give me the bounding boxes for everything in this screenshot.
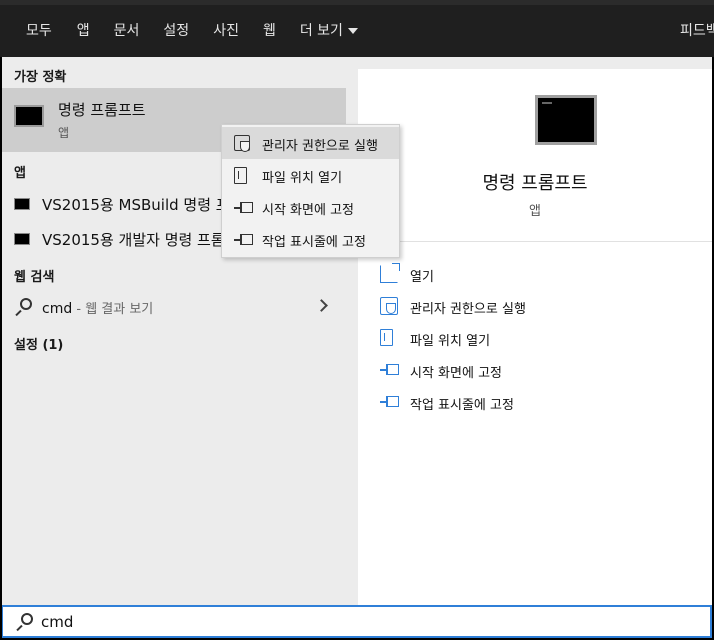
pin-icon (234, 199, 253, 215)
search-input[interactable] (41, 611, 681, 633)
command-prompt-icon (14, 105, 44, 127)
feedback-button[interactable]: 피드백 (680, 10, 714, 62)
settings-heading[interactable]: 설정 (1) (14, 334, 63, 353)
web-search-heading: 웹 검색 (14, 270, 55, 285)
tab-more-label: 더 보기 (299, 23, 343, 39)
pin-icon (380, 393, 399, 411)
best-match-heading: 가장 정확 (14, 70, 67, 85)
search-box[interactable] (2, 605, 712, 638)
file-icon (234, 167, 247, 184)
menu-item-label: 파일 위치 열기 (262, 171, 343, 186)
action-label: 시작 화면에 고정 (410, 366, 502, 381)
menu-item-pin-to-start[interactable]: 시작 화면에 고정 (222, 191, 399, 223)
pin-icon (234, 231, 253, 247)
tab-photos[interactable]: 사진 (201, 10, 251, 62)
web-query: cmd (42, 301, 73, 317)
open-icon (380, 263, 400, 283)
action-label: 파일 위치 열기 (410, 334, 491, 349)
shield-icon (234, 135, 250, 152)
best-match-title: 명령 프롬프트 (58, 101, 146, 119)
menu-item-pin-to-taskbar[interactable]: 작업 표시줄에 고정 (222, 223, 399, 255)
command-prompt-icon (14, 233, 30, 245)
chevron-right-icon[interactable] (315, 299, 328, 312)
tab-documents[interactable]: 문서 (102, 10, 152, 62)
detail-card: 명령 프롬프트 앱 열기 관리자 권한으로 실행 파일 위치 열기 시작 화면에… (358, 69, 712, 605)
menu-item-label: 시작 화면에 고정 (262, 203, 354, 218)
pin-icon (380, 361, 399, 379)
filter-tabs: 모두 앱 문서 설정 사진 웹 더 보기 (0, 10, 370, 62)
top-nav-bar: 모두 앱 문서 설정 사진 웹 더 보기 피드백 (0, 0, 714, 60)
web-hint: - 웹 결과 보기 (72, 302, 154, 317)
tab-more[interactable]: 더 보기 (288, 10, 370, 62)
menu-item-open-file-location[interactable]: 파일 위치 열기 (222, 159, 399, 191)
menu-item-run-as-admin[interactable]: 관리자 권한으로 실행 (222, 127, 399, 159)
menu-item-label: 작업 표시줄에 고정 (262, 235, 366, 250)
menu-item-label: 관리자 권한으로 실행 (262, 139, 378, 154)
apps-heading: 앱 (14, 166, 26, 181)
action-label: 작업 표시줄에 고정 (410, 398, 514, 413)
tab-web[interactable]: 웹 (251, 10, 288, 62)
divider (358, 241, 712, 242)
detail-subtitle: 앱 (529, 204, 541, 219)
tab-apps[interactable]: 앱 (65, 10, 102, 62)
action-label: 열기 (410, 270, 434, 285)
web-search-text: cmd - 웹 결과 보기 (42, 298, 153, 317)
command-prompt-icon (14, 198, 30, 210)
search-icon (14, 298, 32, 317)
action-label: 관리자 권한으로 실행 (410, 302, 526, 317)
web-search-item[interactable]: cmd - 웹 결과 보기 (2, 291, 346, 323)
tab-settings[interactable]: 설정 (151, 10, 201, 62)
tab-all[interactable]: 모두 (0, 10, 65, 62)
detail-title: 명령 프롬프트 (482, 173, 588, 194)
best-match-subtitle: 앱 (58, 126, 70, 140)
shield-icon (380, 297, 398, 315)
context-menu: 관리자 권한으로 실행 파일 위치 열기 시작 화면에 고정 작업 표시줄에 고… (221, 124, 400, 258)
caret-down-icon (347, 28, 358, 34)
detail-panel: 명령 프롬프트 앱 열기 관리자 권한으로 실행 파일 위치 열기 시작 화면에… (346, 57, 712, 605)
command-prompt-large-icon (535, 95, 597, 145)
file-icon (380, 329, 393, 346)
search-icon (15, 613, 33, 632)
